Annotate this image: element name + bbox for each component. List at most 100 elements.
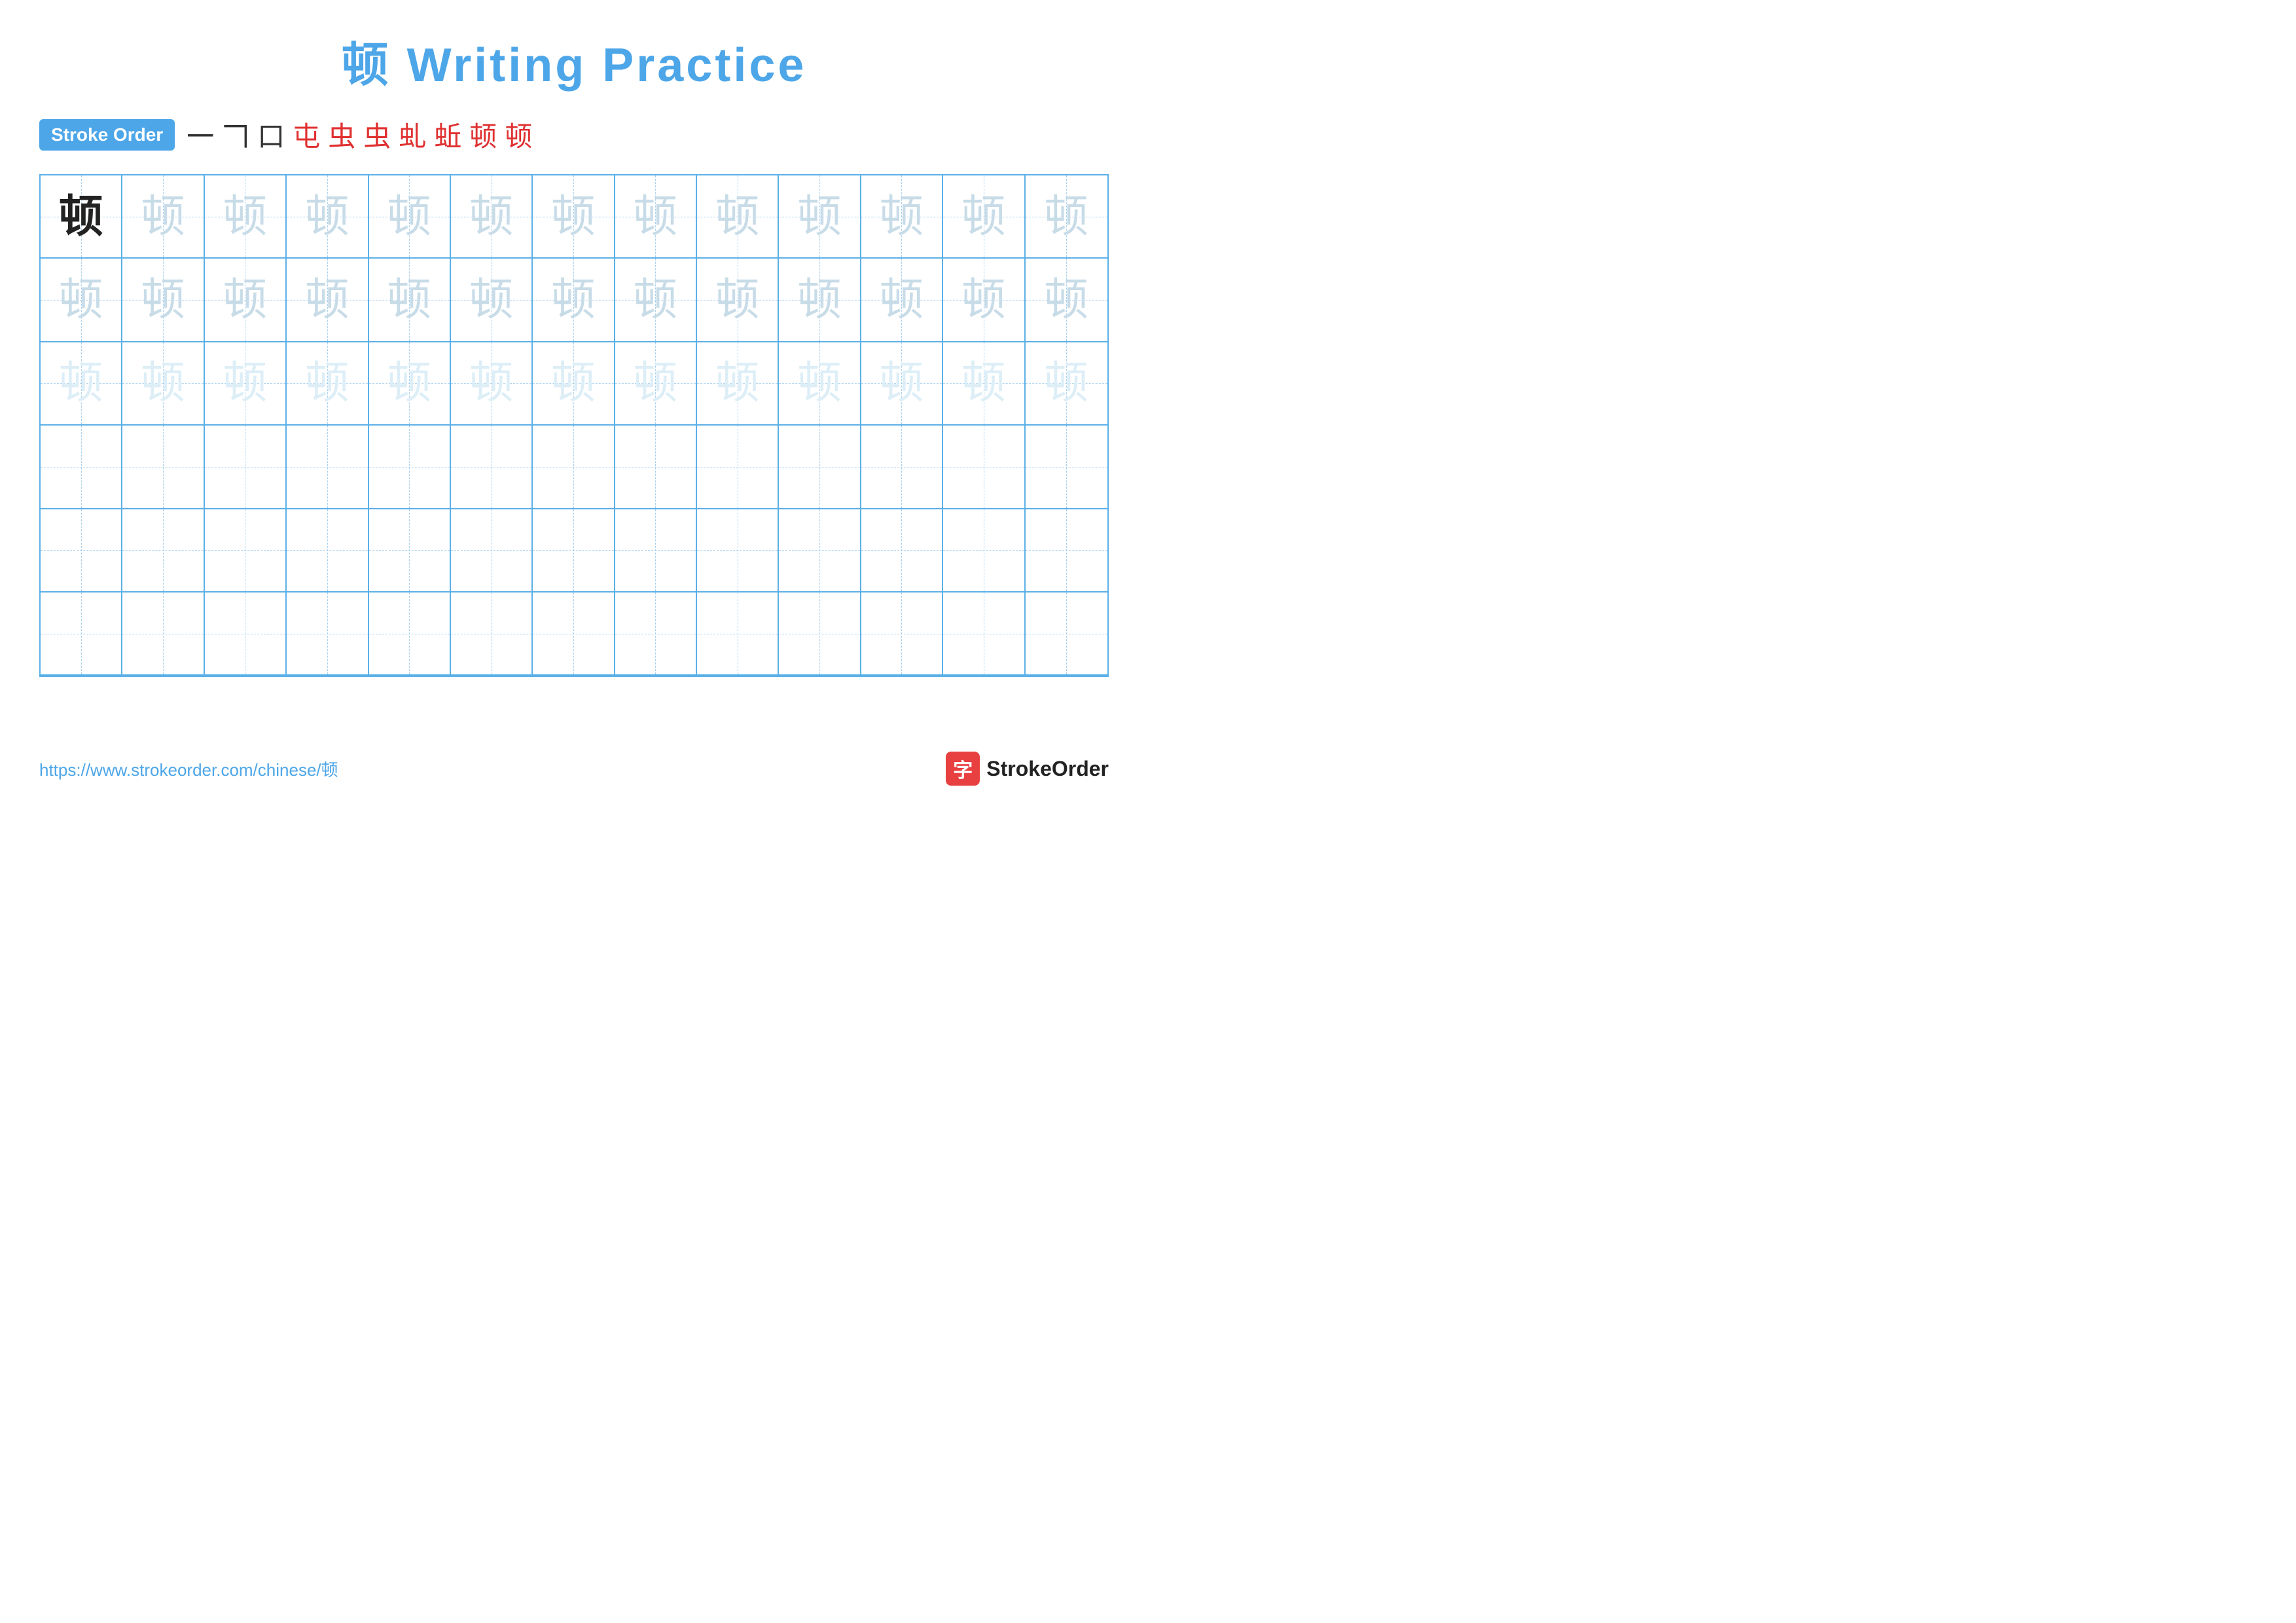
grid-cell-5-9[interactable] [697,509,779,591]
stroke-step-9: 顿 [469,115,497,155]
grid-cell-1-1: 顿 [41,175,122,257]
char-light: 顿 [797,361,842,405]
grid-cell-4-5[interactable] [369,426,451,507]
grid-cell-5-2[interactable] [122,509,204,591]
grid-cell-3-13: 顿 [1026,342,1107,424]
grid-cell-5-3[interactable] [205,509,287,591]
footer-logo: 字 StrokeOrder [946,752,1109,786]
grid-cell-6-12[interactable] [943,593,1025,674]
char-medium: 顿 [633,278,677,322]
grid-cell-4-3[interactable] [205,426,287,507]
grid-cell-3-4: 顿 [287,342,368,424]
grid-cell-5-12[interactable] [943,509,1025,591]
grid-cell-5-5[interactable] [369,509,451,591]
grid-cell-5-7[interactable] [533,509,615,591]
char-medium: 顿 [387,278,431,322]
char-medium: 顿 [141,278,185,322]
char-medium: 顿 [797,194,842,239]
grid-cell-3-5: 顿 [369,342,451,424]
grid-cell-4-12[interactable] [943,426,1025,507]
grid-cell-4-4[interactable] [287,426,368,507]
grid-cell-3-9: 顿 [697,342,779,424]
grid-cell-4-10[interactable] [779,426,861,507]
grid-cell-6-11[interactable] [861,593,943,674]
grid-cell-2-9: 顿 [697,259,779,340]
char-medium: 顿 [715,278,760,322]
grid-cell-6-1[interactable] [41,593,122,674]
char-light: 顿 [879,361,924,405]
grid-cell-2-10: 顿 [779,259,861,340]
char-light: 顿 [1044,361,1088,405]
grid-cell-5-1[interactable] [41,509,122,591]
grid-cell-4-11[interactable] [861,426,943,507]
footer-url[interactable]: https://www.strokeorder.com/chinese/顿 [39,757,338,781]
grid-cell-5-8[interactable] [615,509,697,591]
grid-cell-5-10[interactable] [779,509,861,591]
grid-cell-5-6[interactable] [451,509,533,591]
char-medium: 顿 [879,278,924,322]
grid-cell-3-1: 顿 [41,342,122,424]
grid-cell-4-6[interactable] [451,426,533,507]
grid-cell-3-11: 顿 [861,342,943,424]
char-medium: 顿 [551,194,596,239]
char-medium: 顿 [59,278,103,322]
grid-cell-6-10[interactable] [779,593,861,674]
grid-row-5 [41,509,1107,593]
grid-cell-1-9: 顿 [697,175,779,257]
stroke-step-4: 屯 [293,115,320,155]
char-medium: 顿 [1044,278,1088,322]
logo-icon: 字 [946,752,980,786]
stroke-step-3: 口 [257,115,285,155]
char-light: 顿 [551,361,596,405]
grid-cell-5-4[interactable] [287,509,368,591]
grid-cell-2-4: 顿 [287,259,368,340]
grid-cell-1-2: 顿 [122,175,204,257]
grid-cell-4-9[interactable] [697,426,779,507]
grid-cell-1-4: 顿 [287,175,368,257]
grid-cell-6-13[interactable] [1026,593,1107,674]
grid-cell-4-1[interactable] [41,426,122,507]
grid-cell-1-3: 顿 [205,175,287,257]
char-light: 顿 [223,361,267,405]
char-medium: 顿 [879,194,924,239]
grid-cell-2-11: 顿 [861,259,943,340]
grid-cell-3-12: 顿 [943,342,1025,424]
grid-row-3: 顿 顿 顿 顿 顿 顿 顿 顿 顿 顿 顿 顿 [41,342,1107,426]
grid-cell-6-2[interactable] [122,593,204,674]
grid-cell-1-13: 顿 [1026,175,1107,257]
grid-cell-4-8[interactable] [615,426,697,507]
grid-cell-6-6[interactable] [451,593,533,674]
char-light: 顿 [387,361,431,405]
grid-cell-4-7[interactable] [533,426,615,507]
stroke-step-2: 𠃍 [222,115,249,155]
char-medium: 顿 [715,194,760,239]
stroke-step-8: 蚯 [434,115,461,155]
grid-row-4 [41,426,1107,509]
stroke-step-6: 虫 [363,115,391,155]
char-medium: 顿 [633,194,677,239]
grid-cell-6-9[interactable] [697,593,779,674]
grid-cell-5-11[interactable] [861,509,943,591]
char-light: 顿 [305,361,350,405]
grid-cell-1-11: 顿 [861,175,943,257]
char-light: 顿 [715,361,760,405]
char-medium: 顿 [223,194,267,239]
char-light: 顿 [469,361,514,405]
grid-cell-6-7[interactable] [533,593,615,674]
grid-cell-4-2[interactable] [122,426,204,507]
grid-cell-6-5[interactable] [369,593,451,674]
grid-cell-2-3: 顿 [205,259,287,340]
grid-cell-6-4[interactable] [287,593,368,674]
char-medium: 顿 [305,194,350,239]
grid-cell-2-5: 顿 [369,259,451,340]
char-light: 顿 [59,361,103,405]
logo-text: StrokeOrder [986,757,1109,781]
grid-cell-6-3[interactable] [205,593,287,674]
grid-cell-5-13[interactable] [1026,509,1107,591]
grid-cell-3-8: 顿 [615,342,697,424]
grid-cell-4-13[interactable] [1026,426,1107,507]
char-medium: 顿 [551,278,596,322]
grid-cell-1-12: 顿 [943,175,1025,257]
stroke-steps: 一 𠃍 口 屯 虫 虫 虬 蚯 顿 顿 [187,115,532,155]
grid-cell-6-8[interactable] [615,593,697,674]
